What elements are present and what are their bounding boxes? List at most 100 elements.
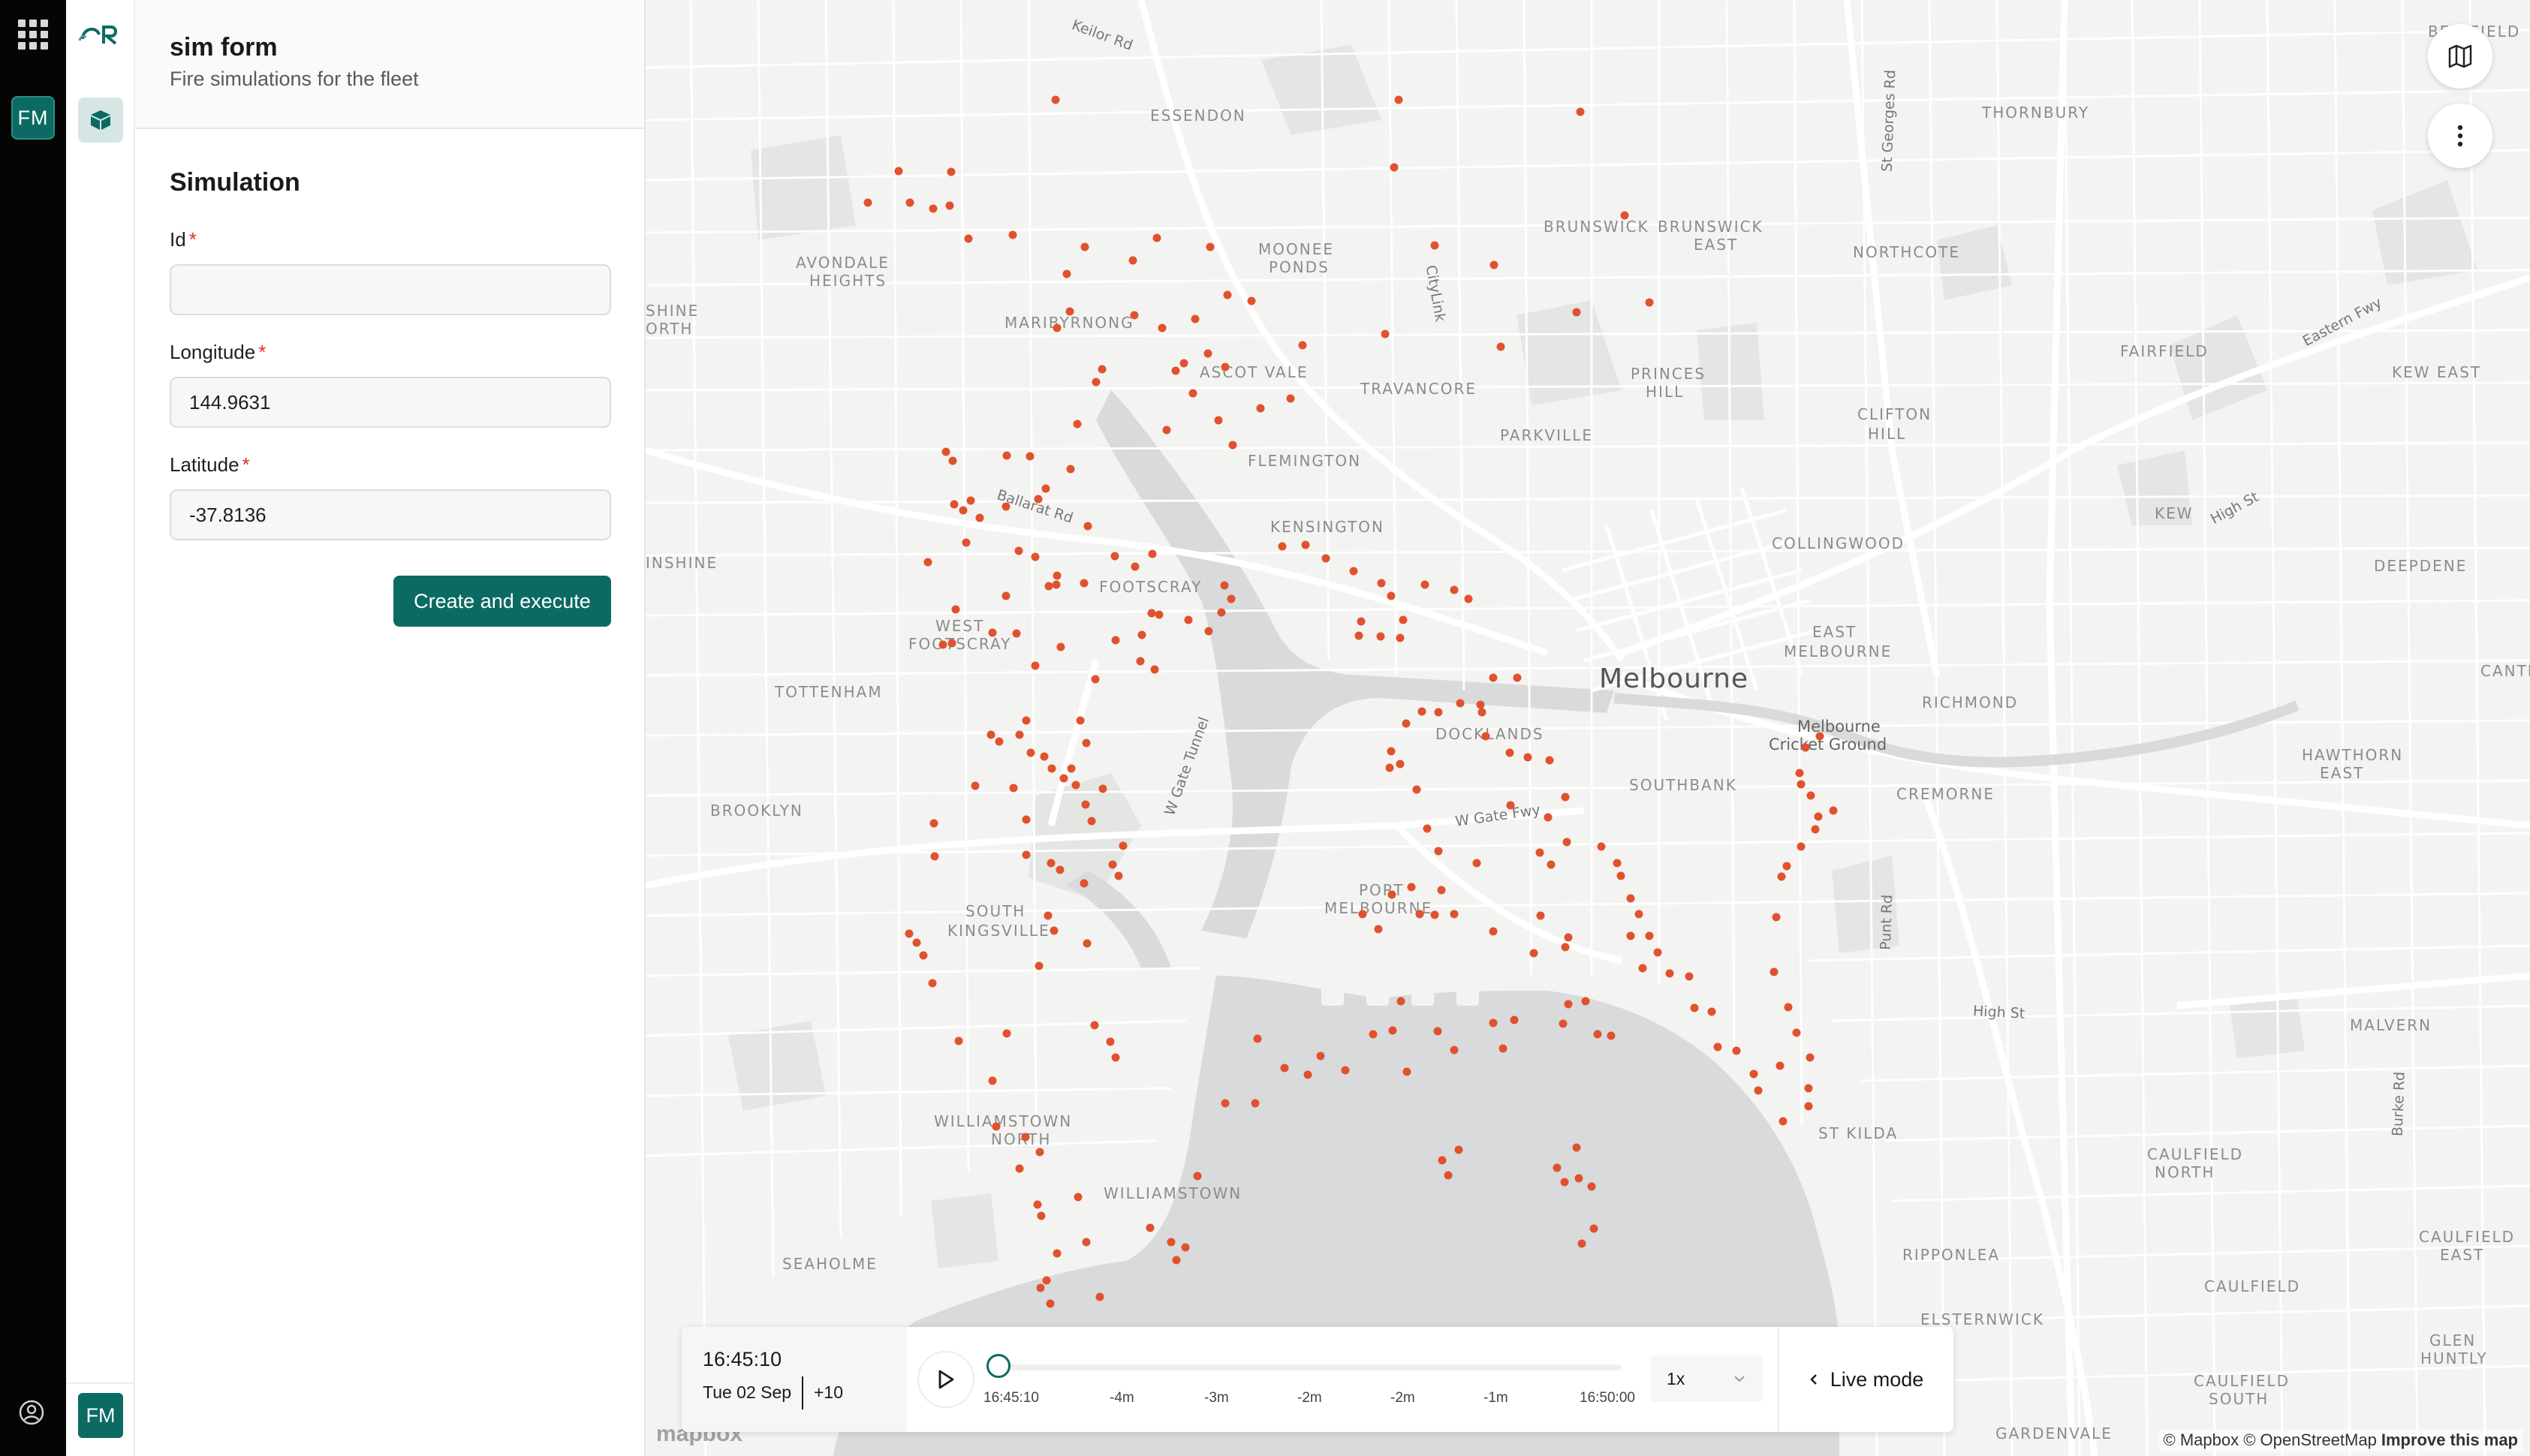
vehicle-marker[interactable] (1298, 341, 1307, 350)
vehicle-marker[interactable] (1031, 661, 1040, 670)
vehicle-marker[interactable] (1387, 591, 1396, 600)
vehicle-marker[interactable] (1316, 1051, 1325, 1060)
vehicle-marker[interactable] (1047, 764, 1056, 773)
vehicle-marker[interactable] (1091, 675, 1100, 684)
vehicle-marker[interactable] (1545, 756, 1554, 765)
vehicle-marker[interactable] (945, 201, 954, 210)
vehicle-marker[interactable] (1012, 629, 1021, 638)
vehicle-marker[interactable] (988, 1076, 997, 1085)
vehicle-marker[interactable] (1489, 927, 1498, 936)
vehicle-marker[interactable] (1645, 298, 1654, 307)
vehicle-marker[interactable] (1040, 752, 1049, 761)
vehicle-marker[interactable] (951, 605, 960, 614)
vehicle-marker[interactable] (1498, 1044, 1507, 1053)
live-mode-button[interactable]: Live mode (1778, 1327, 1953, 1432)
vehicle-marker[interactable] (1146, 1223, 1155, 1232)
vehicle-marker[interactable] (1106, 1037, 1115, 1046)
vehicle-marker[interactable] (1158, 323, 1167, 332)
vehicle-marker[interactable] (1390, 163, 1399, 172)
vehicle-marker[interactable] (1228, 441, 1237, 450)
vehicle-marker[interactable] (1044, 911, 1053, 920)
vehicle-marker[interactable] (1626, 894, 1635, 903)
vehicle-marker[interactable] (1034, 495, 1043, 504)
vehicle-marker[interactable] (1083, 939, 1092, 948)
vehicle-marker[interactable] (1815, 732, 1824, 741)
fleet-manager-bottom-badge[interactable]: FM (78, 1393, 123, 1438)
vehicle-marker[interactable] (1042, 1276, 1051, 1285)
vehicle-marker[interactable] (930, 852, 939, 861)
latitude-field[interactable] (170, 489, 611, 540)
vehicle-marker[interactable] (1381, 329, 1390, 338)
vehicle-marker[interactable] (1387, 890, 1396, 899)
vehicle-marker[interactable] (1026, 748, 1035, 757)
vehicle-marker[interactable] (1587, 1182, 1596, 1191)
vehicle-marker[interactable] (1777, 872, 1786, 881)
vehicle-marker[interactable] (905, 198, 914, 207)
vehicle-marker[interactable] (1083, 522, 1092, 531)
vehicle-marker[interactable] (1782, 862, 1791, 871)
vehicle-marker[interactable] (1417, 707, 1426, 716)
vehicle-marker[interactable] (1021, 1133, 1030, 1142)
vehicle-marker[interactable] (1450, 585, 1459, 594)
timeline-slider-thumb[interactable] (986, 1354, 1010, 1378)
vehicle-marker[interactable] (1033, 1200, 1042, 1209)
vehicle-marker[interactable] (1256, 404, 1265, 413)
vehicle-marker[interactable] (1804, 1084, 1813, 1093)
vehicle-marker[interactable] (1806, 1053, 1815, 1062)
vehicle-marker[interactable] (1396, 997, 1405, 1006)
vehicle-marker[interactable] (1022, 815, 1031, 824)
vehicle-marker[interactable] (1385, 763, 1394, 772)
vehicle-marker[interactable] (1354, 631, 1363, 640)
vehicle-marker[interactable] (1607, 1031, 1616, 1040)
vehicle-marker[interactable] (1784, 1003, 1793, 1012)
vehicle-marker[interactable] (1589, 1224, 1598, 1233)
vehicle-marker[interactable] (1001, 502, 1010, 511)
vehicle-marker[interactable] (1489, 673, 1498, 682)
vehicle-marker[interactable] (1047, 859, 1056, 868)
vehicle-marker[interactable] (1217, 608, 1226, 617)
vehicle-marker[interactable] (947, 167, 956, 176)
vehicle-marker[interactable] (1062, 269, 1071, 278)
vehicle-marker[interactable] (1437, 886, 1446, 895)
vehicle-marker[interactable] (1286, 394, 1295, 403)
vehicle-marker[interactable] (1026, 452, 1035, 461)
vehicle-marker[interactable] (962, 538, 971, 547)
vehicle-marker[interactable] (1732, 1046, 1741, 1055)
vehicle-marker[interactable] (1035, 1148, 1044, 1157)
vehicle-marker[interactable] (1523, 753, 1532, 762)
vehicle-marker[interactable] (1111, 1053, 1120, 1062)
vehicle-marker[interactable] (1008, 230, 1017, 239)
vehicle-marker[interactable] (929, 204, 938, 213)
vehicle-marker[interactable] (1082, 1238, 1091, 1247)
vehicle-marker[interactable] (1749, 1069, 1758, 1078)
fleet-manager-app-badge[interactable]: FM (11, 96, 55, 140)
vehicle-marker[interactable] (1171, 366, 1180, 375)
vehicle-marker[interactable] (1572, 308, 1581, 317)
vehicle-marker[interactable] (1811, 825, 1820, 834)
vehicle-marker[interactable] (1481, 732, 1490, 741)
vehicle-marker[interactable] (1772, 913, 1781, 922)
vehicle-marker[interactable] (1280, 1063, 1289, 1072)
vehicle-marker[interactable] (1204, 627, 1213, 636)
vehicle-marker[interactable] (1015, 730, 1024, 739)
vehicle-marker[interactable] (1576, 107, 1585, 116)
vehicle-marker[interactable] (1251, 1099, 1260, 1108)
vehicle-marker[interactable] (966, 496, 975, 505)
vehicle-marker[interactable] (1223, 290, 1232, 299)
vehicle-marker[interactable] (1572, 1143, 1581, 1152)
vehicle-marker[interactable] (1626, 931, 1635, 940)
timeline-track[interactable] (998, 1364, 1622, 1370)
vehicle-marker[interactable] (1082, 739, 1091, 748)
vehicle-marker[interactable] (1035, 961, 1044, 970)
vehicle-marker[interactable] (1407, 883, 1416, 892)
vehicle-marker[interactable] (971, 781, 980, 790)
vehicle-marker[interactable] (1513, 673, 1522, 682)
vehicle-marker[interactable] (1130, 311, 1139, 320)
vehicle-marker[interactable] (1505, 748, 1514, 757)
vehicle-marker[interactable] (1450, 1045, 1459, 1054)
vehicle-marker[interactable] (1535, 848, 1544, 857)
vehicle-marker[interactable] (1399, 615, 1408, 624)
vehicle-marker[interactable] (1415, 910, 1424, 919)
vehicle-marker[interactable] (975, 513, 984, 522)
vehicle-marker[interactable] (1059, 774, 1068, 783)
